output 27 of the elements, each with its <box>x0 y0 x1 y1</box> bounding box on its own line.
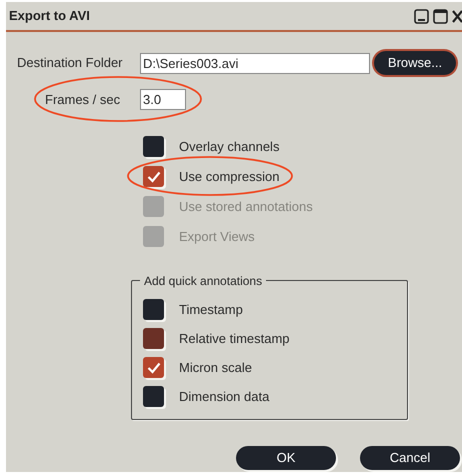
frames-field[interactable]: 3.0 <box>140 89 186 110</box>
checkbox[interactable] <box>143 166 164 187</box>
option-label: Overlay channels <box>179 138 280 156</box>
option-label: Export Views <box>179 228 255 246</box>
checkbox[interactable] <box>143 328 164 349</box>
checkmark-icon <box>146 362 160 374</box>
option-label: Micron scale <box>179 358 252 377</box>
checkbox[interactable] <box>143 386 164 407</box>
browse-button[interactable]: Browse... <box>374 51 456 75</box>
option-label: Use compression <box>179 168 280 186</box>
option-label: Relative timestamp <box>179 330 290 348</box>
maximize-icon[interactable] <box>433 8 448 24</box>
option-label: Use stored annotations <box>179 198 313 216</box>
checkbox[interactable] <box>143 299 164 320</box>
option-label: Timestamp <box>179 300 243 319</box>
close-icon[interactable] <box>452 8 462 24</box>
minimize-icon[interactable] <box>414 8 429 24</box>
option-label: Dimension data <box>179 388 270 406</box>
dialog-button[interactable]: Cancel <box>360 446 460 470</box>
frames-label: Frames / sec <box>45 90 122 109</box>
checkmark-icon <box>146 170 160 182</box>
window-title: Export to AVI <box>9 7 90 26</box>
destination-label: Destination Folder <box>17 54 124 72</box>
checkbox[interactable] <box>143 357 164 378</box>
destination-field[interactable]: D:\Series003.avi <box>140 52 370 74</box>
dialog-button[interactable]: OK <box>236 446 336 470</box>
checkbox[interactable] <box>143 136 164 157</box>
